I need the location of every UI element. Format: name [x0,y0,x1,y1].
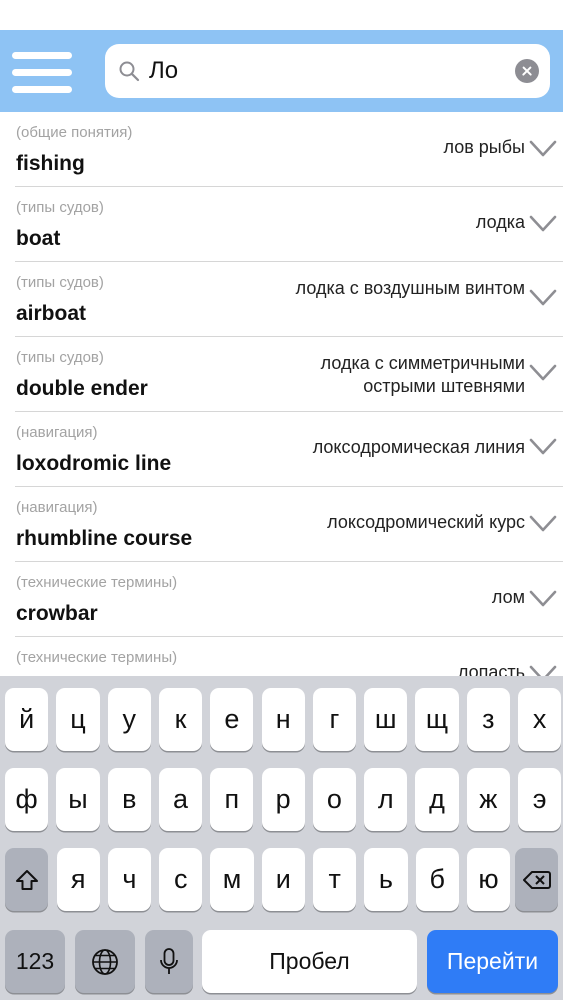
search-box[interactable] [105,44,550,98]
numbers-key[interactable]: 123 [5,930,65,993]
term-text: loxodromic line [16,452,172,475]
list-item[interactable]: (навигация) rhumbline course локсодромичес… [0,487,563,562]
key-letter[interactable]: г [312,688,357,751]
category-label: (типы судов) [16,199,104,216]
shift-key[interactable] [5,848,48,911]
key-letter[interactable]: р [261,768,305,831]
term-text: fishing [16,152,85,175]
go-key[interactable]: Перейти [427,930,558,993]
key-letter[interactable]: ш [364,688,408,751]
menu-icon-bar [12,52,72,59]
category-label: (технические термины) [16,574,178,591]
key-letter[interactable]: ю [466,848,511,911]
list-item[interactable]: (типы судов) boat лодка [0,187,563,262]
chevron-down-icon[interactable] [529,663,557,676]
backspace-key[interactable] [515,848,558,911]
key-letter[interactable]: ч [107,848,152,911]
list-item[interactable]: (технические термины) crowbar лом [0,562,563,637]
shift-icon [15,869,38,890]
key-letter[interactable]: з [466,688,510,751]
clear-icon[interactable] [515,59,539,83]
key-letter[interactable]: у [107,688,151,751]
key-letter[interactable]: л [364,768,408,831]
translation-text: локсодромический курс [327,512,525,532]
key-letter[interactable]: о [312,768,357,831]
list-item[interactable]: (общие понятия) fishing лов рыбы [0,112,563,187]
key-letter[interactable]: ж [466,768,510,831]
term-text: double ender [16,377,148,400]
translation-text: лов рыбы [443,137,525,157]
category-label: (технические термины) [16,649,178,666]
translation-text: лодка с воздушным винтом [295,278,525,298]
space-key[interactable]: Пробел [202,930,417,993]
category-label: (типы судов) [16,274,104,291]
key-letter[interactable]: ь [364,848,408,911]
chevron-down-icon[interactable] [529,138,557,158]
key-letter[interactable]: к [158,688,203,751]
key-letter[interactable]: в [107,768,151,831]
term-text: rhumbline course [16,527,193,550]
list-item[interactable]: (типы судов) double ender лодка с симметри… [0,337,563,412]
translation-text: лодка с симметричными острыми штевнями [320,353,525,396]
key-letter[interactable]: м [210,848,254,911]
key-letter[interactable]: х [518,688,562,751]
microphone-key[interactable] [145,930,193,993]
results-list: (общие понятия) fishing лов рыбы (типы судо… [0,112,563,676]
menu-button[interactable] [12,50,72,94]
keyboard: й ц у к е н г ш щ з х ф ы в а п р о л д ж э я ч с м и т ь б ю 123 Пробел… [0,676,563,1000]
term-text: boat [16,227,61,250]
term-text: airboat [16,302,87,325]
search-icon [119,61,140,82]
app-header [0,30,563,112]
key-letter[interactable]: э [518,768,562,831]
key-letter[interactable]: б [415,848,459,911]
chevron-down-icon[interactable] [529,287,557,307]
category-label: (типы судов) [16,349,104,366]
key-letter[interactable]: щ [415,688,459,751]
microphone-icon [160,947,178,974]
list-item[interactable]: (технические термины) лопасть [0,637,563,676]
chevron-down-icon[interactable] [529,436,557,456]
category-label: (навигация) [16,499,98,516]
key-letter[interactable]: и [261,848,305,911]
list-item[interactable]: (навигация) loxodromic line локсодромическ… [0,412,563,487]
list-item[interactable]: (типы судов) airboat лодка с воздушным вин… [0,262,563,337]
chevron-down-icon[interactable] [529,213,557,233]
translation-text: лодка [475,212,525,232]
search-input[interactable] [149,52,489,90]
key-letter[interactable]: я [56,848,100,911]
key-letter[interactable]: ф [5,768,49,831]
key-letter[interactable]: н [261,688,305,751]
globe-key[interactable] [75,930,135,993]
key-letter[interactable]: д [415,768,459,831]
translation-text: локсодромическая линия [312,437,525,457]
menu-icon-bar [12,86,72,93]
key-letter[interactable]: с [159,848,203,911]
key-letter[interactable]: ы [56,768,100,831]
key-letter[interactable]: п [210,768,254,831]
globe-icon [92,948,118,975]
term-text: crowbar [16,602,98,625]
category-label: (навигация) [16,424,98,441]
key-letter[interactable]: ц [56,688,100,751]
status-bar [0,0,563,30]
chevron-down-icon[interactable] [529,588,557,608]
chevron-down-icon[interactable] [529,362,557,382]
key-letter[interactable]: й [5,688,49,751]
key-letter[interactable]: т [313,848,357,911]
menu-icon-bar [12,69,72,76]
translation-text: лом [491,587,525,607]
chevron-down-icon[interactable] [529,513,557,533]
key-letter[interactable]: а [158,768,203,831]
key-letter[interactable]: е [210,688,254,751]
translation-text: лопасть [457,662,525,676]
category-label: (общие понятия) [16,124,133,141]
backspace-icon [522,870,551,889]
